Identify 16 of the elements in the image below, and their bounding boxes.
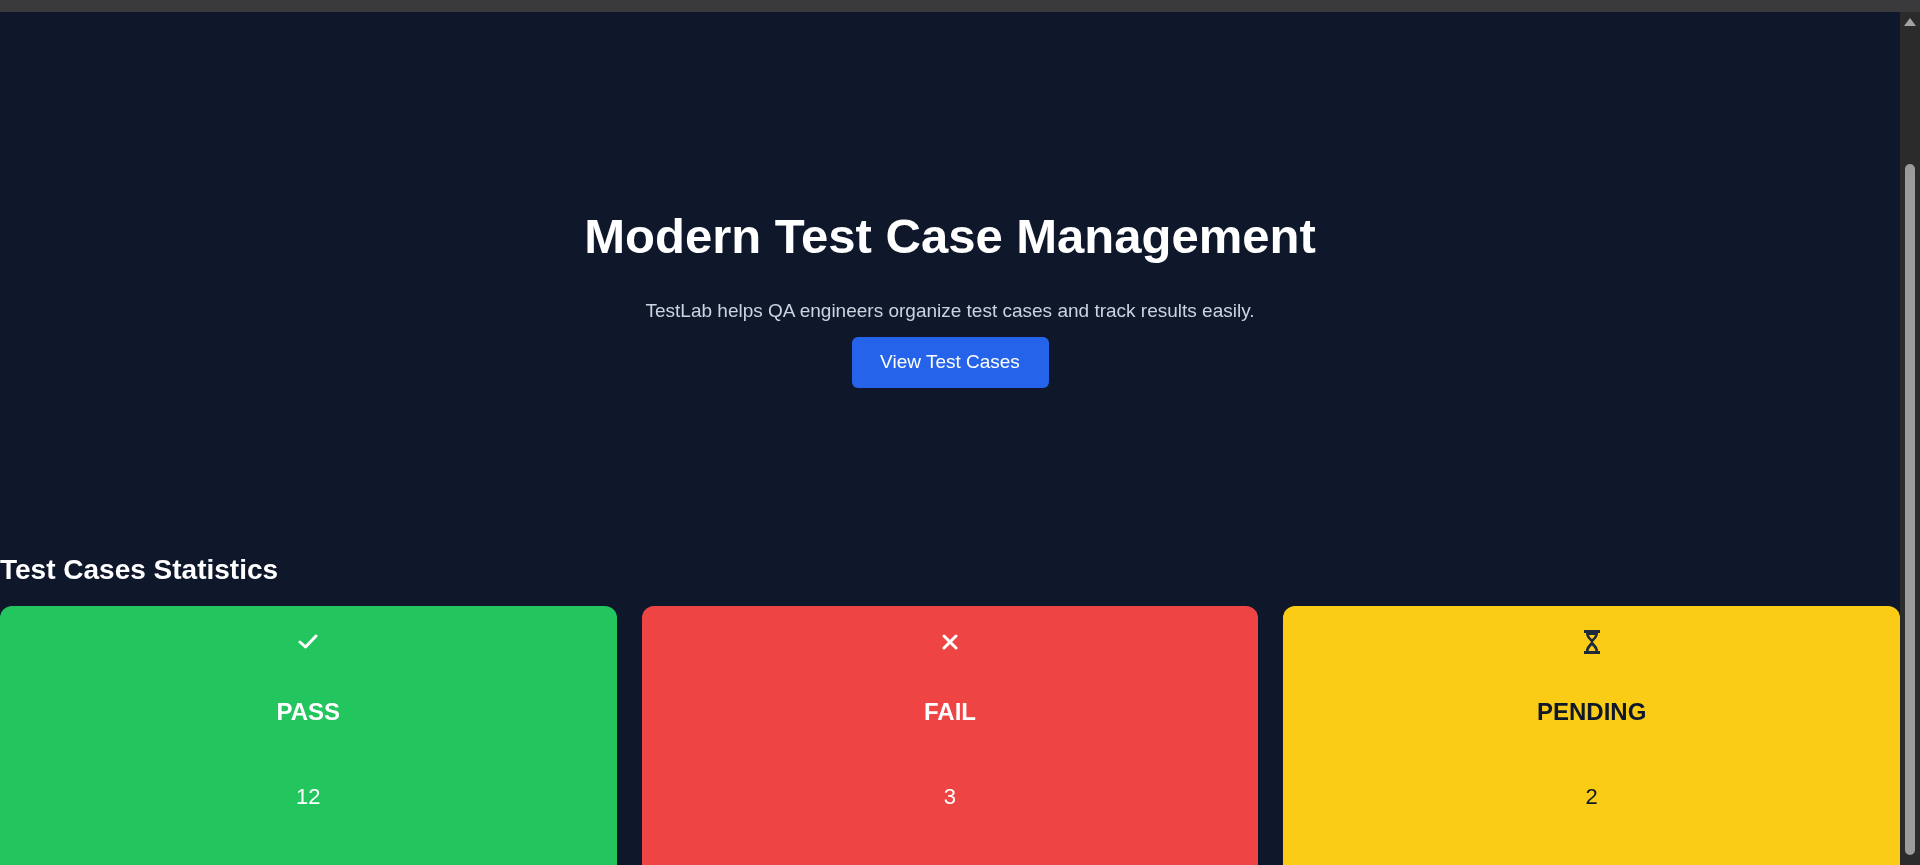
scroll-up-arrow-icon[interactable]: [1904, 18, 1916, 26]
close-icon: [942, 634, 958, 650]
status-count: 3: [943, 783, 957, 811]
hero-title: Modern Test Case Management: [584, 208, 1316, 265]
hero-subtitle: TestLab helps QA engineers organize test cases and track results easily.: [645, 299, 1255, 323]
status-label: FAIL: [924, 697, 976, 727]
status-count: 12: [296, 783, 321, 811]
section-heading: Test Cases Statistics: [0, 553, 279, 587]
status-label: PENDING: [1537, 697, 1647, 727]
scrollbar[interactable]: [1900, 12, 1920, 865]
view-test-cases-button[interactable]: View Test Cases: [851, 336, 1049, 388]
scrollbar-thumb[interactable]: [1905, 164, 1915, 855]
status-count: 2: [1585, 783, 1598, 811]
checkmark-icon: [298, 634, 319, 650]
hourglass-icon: [1583, 630, 1600, 654]
status-label: PASS: [276, 697, 341, 727]
